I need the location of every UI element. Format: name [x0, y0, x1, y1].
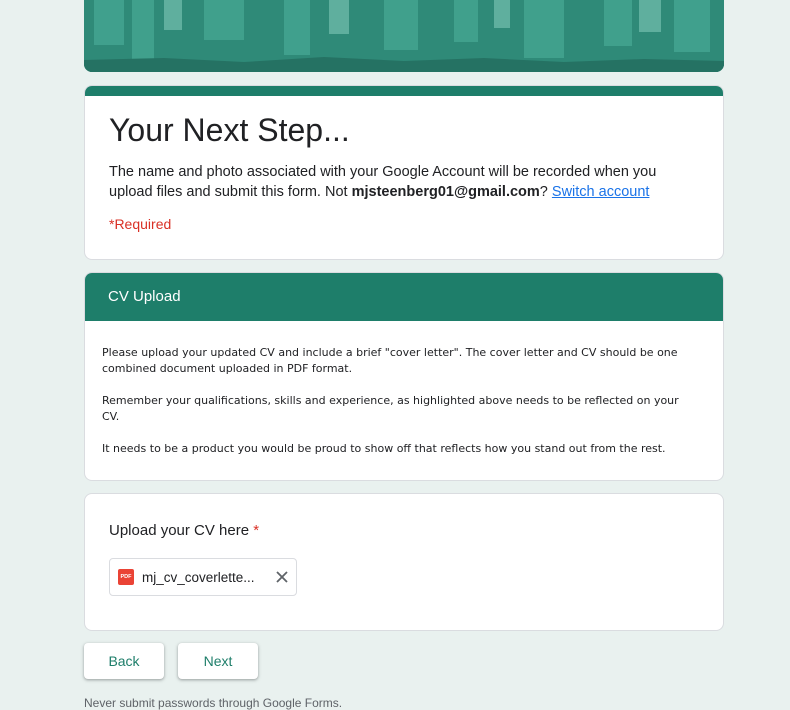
upload-question-card: Upload your CV here * PDF mj_cv_coverlet…	[84, 493, 724, 631]
section-paragraph: Please upload your updated CV and includ…	[102, 346, 678, 375]
pdf-icon: PDF	[118, 569, 134, 585]
header-banner-image	[84, 0, 724, 72]
back-button[interactable]: Back	[84, 643, 164, 679]
account-email: mjsteenberg01@gmail.com	[351, 184, 540, 200]
form-header-card: Your Next Step... The name and photo ass…	[84, 85, 724, 260]
next-button[interactable]: Next	[178, 643, 258, 679]
question-title-text: Upload your CV here	[109, 522, 250, 539]
switch-account-link[interactable]: Switch account	[552, 184, 650, 200]
close-icon[interactable]	[276, 571, 288, 583]
section-description: Please upload your updated CV and includ…	[102, 345, 692, 473]
section-title: CV Upload	[85, 273, 723, 321]
account-notice-question: ?	[539, 184, 548, 200]
question-title: Upload your CV here *	[109, 522, 259, 539]
theme-accent-bar	[85, 86, 723, 96]
form-title: Your Next Step...	[109, 112, 350, 148]
account-notice: The name and photo associated with your …	[109, 162, 689, 202]
section-paragraph: It needs to be a product you would be pr…	[102, 442, 666, 455]
section-paragraph: Remember your qualifications, skills and…	[102, 394, 679, 423]
required-star: *	[253, 522, 260, 539]
section-card: CV Upload Please upload your updated CV …	[84, 272, 724, 481]
uploaded-file-name: mj_cv_coverlette...	[142, 569, 255, 585]
uploaded-file-chip[interactable]: PDF mj_cv_coverlette...	[109, 558, 297, 596]
footer-warning: Never submit passwords through Google Fo…	[84, 696, 343, 710]
required-note: *Required	[109, 216, 172, 232]
